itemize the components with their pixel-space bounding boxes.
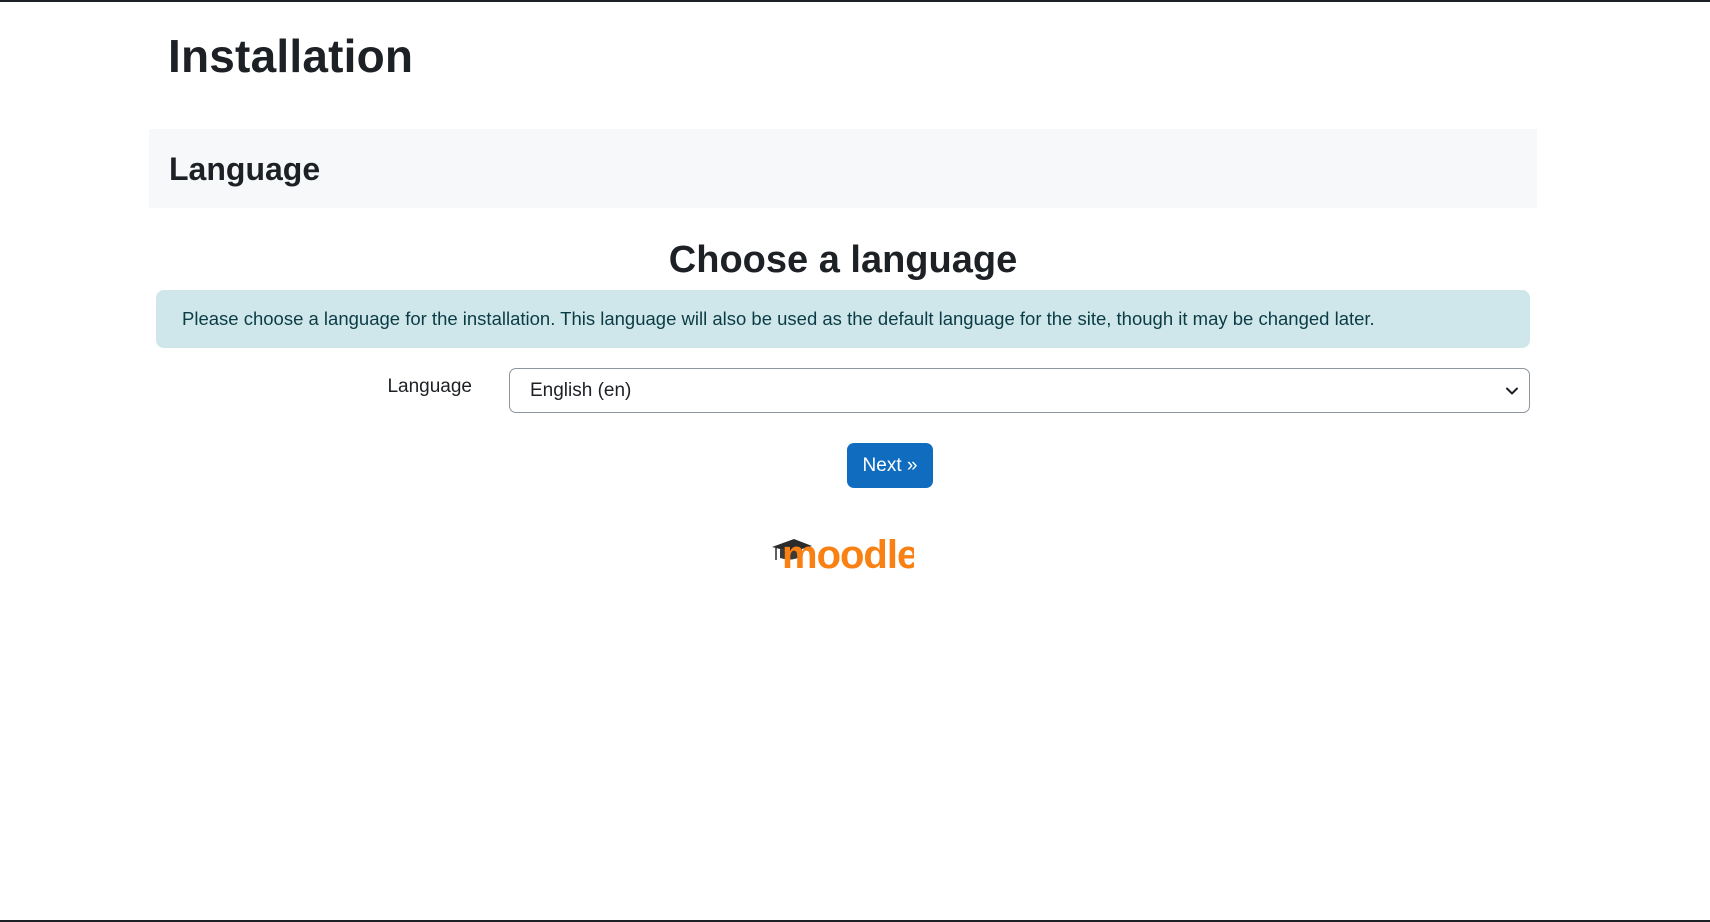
choose-language-heading: Choose a language xyxy=(668,239,1018,281)
next-button[interactable]: Next » xyxy=(847,443,933,488)
section-header: Language xyxy=(149,129,1537,208)
moodle-logo: moodle xyxy=(772,533,914,572)
page-title: Installation xyxy=(168,30,414,82)
info-alert-text: Please choose a language for the install… xyxy=(182,308,1375,329)
section-title: Language xyxy=(169,151,321,187)
info-alert: Please choose a language for the install… xyxy=(156,290,1530,348)
window-top-border xyxy=(0,0,1710,2)
language-select[interactable]: English (en) xyxy=(509,368,1530,413)
moodle-logo-text: moodle xyxy=(782,533,914,572)
language-select-value: English (en) xyxy=(530,380,632,401)
language-field-label: Language xyxy=(387,376,472,397)
chevron-down-icon xyxy=(1506,387,1518,395)
